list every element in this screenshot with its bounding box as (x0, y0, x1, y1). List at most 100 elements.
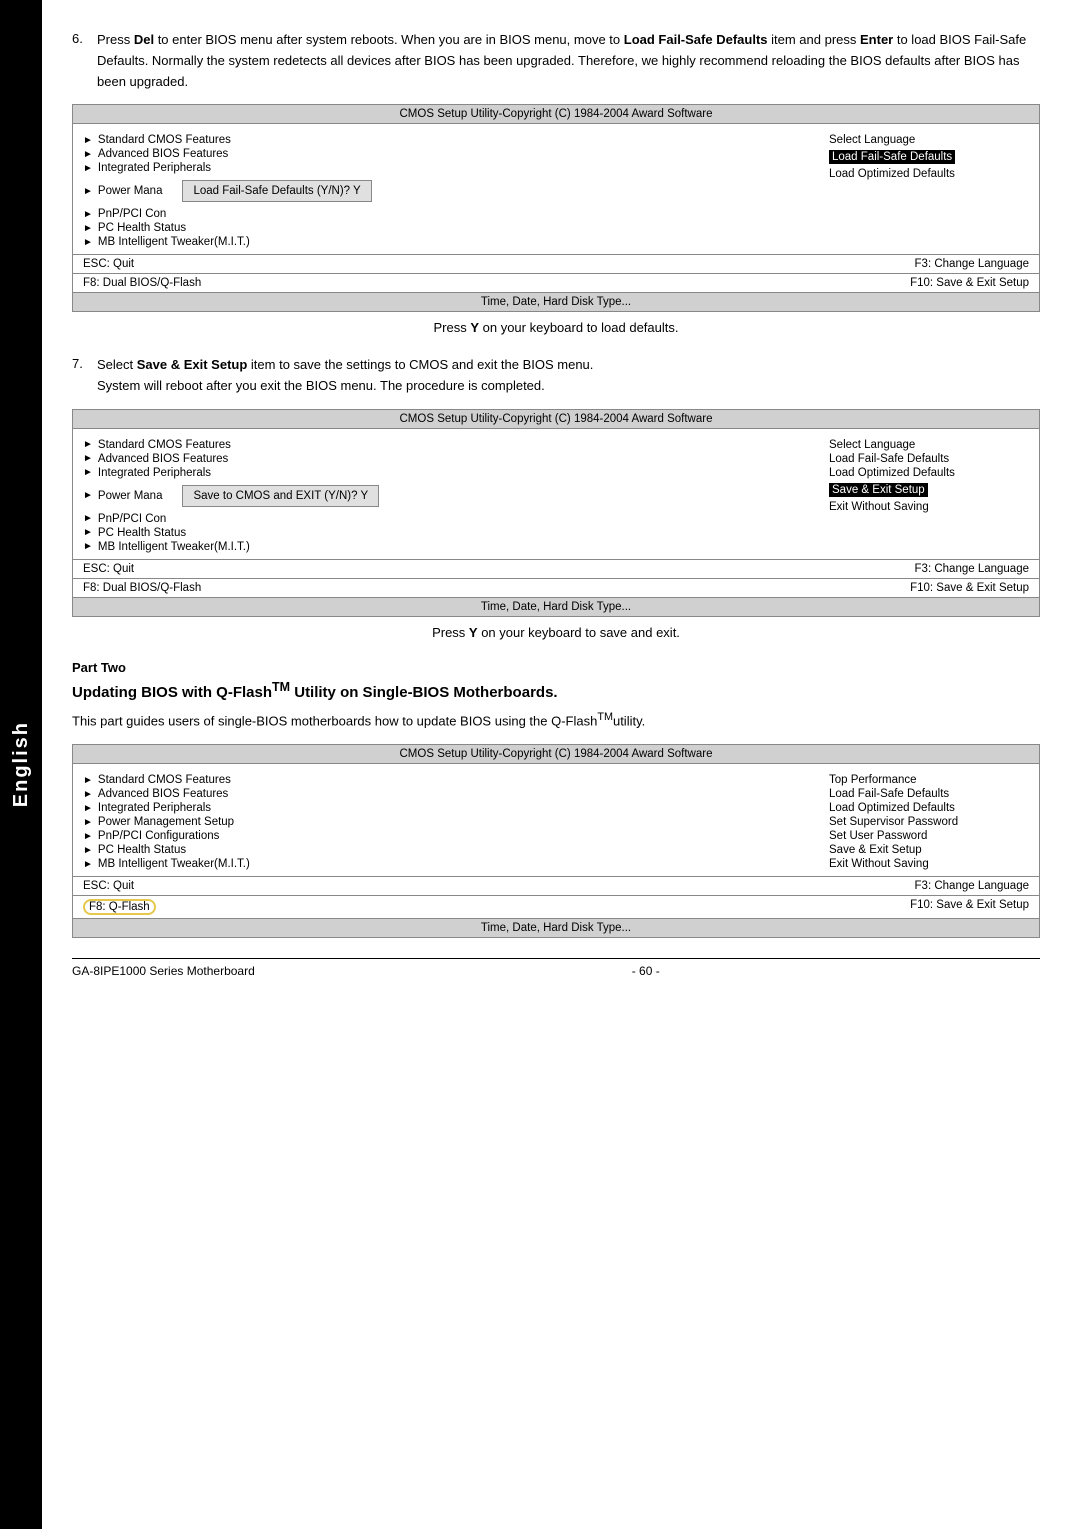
step6-text: Press Del to enter BIOS menu after syste… (97, 30, 1040, 92)
side-tab-label: English (10, 721, 33, 807)
bios-screenshot-2: CMOS Setup Utility-Copyright (C) 1984-20… (72, 409, 1040, 617)
bios1-item-6: ► PC Health Status (83, 222, 809, 234)
bios3-item-5: ► PnP/PCI Configurations (83, 830, 809, 842)
bios1-item-label-4: Power Mana (98, 185, 163, 197)
step6-number: 6. (72, 30, 97, 92)
bios1-item-label-2: Advanced BIOS Features (98, 148, 228, 160)
arrow-icon-7: ► (83, 237, 93, 248)
footer-left: GA-8IPE1000 Series Motherboard (72, 964, 255, 978)
arrow3-icon-6: ► (83, 845, 93, 856)
bios3-right-5: Set User Password (829, 830, 1029, 842)
page-footer: GA-8IPE1000 Series Motherboard - 60 - (72, 958, 1040, 978)
bios2-right-2: Load Fail-Safe Defaults (829, 453, 1029, 465)
step6-block: 6. Press Del to enter BIOS menu after sy… (72, 30, 1040, 335)
bios3-item-4: ► Power Management Setup (83, 816, 809, 828)
bios3-right-4: Set Supervisor Password (829, 816, 1029, 828)
bios1-item-5: ► PnP/PCI Con (83, 208, 809, 220)
bios1-item-label-5: PnP/PCI Con (98, 208, 166, 220)
bios3-f8: F8: Q-Flash (83, 899, 156, 915)
bios2-right-4: Save & Exit Setup (829, 483, 928, 497)
part-two-label: Part Two (72, 660, 126, 675)
section-title: Updating BIOS with Q-FlashTM Utility on … (72, 680, 1040, 701)
bios2-right-3: Load Optimized Defaults (829, 467, 1029, 479)
footer-right (1037, 964, 1040, 978)
bios2-item-4: ► Power Mana Save to CMOS and EXIT (Y/N)… (83, 481, 809, 511)
arrow3-icon-2: ► (83, 789, 93, 800)
bios1-item-label-1: Standard CMOS Features (98, 134, 231, 146)
arrow3-icon-3: ► (83, 803, 93, 814)
bios1-title: CMOS Setup Utility-Copyright (C) 1984-20… (73, 105, 1039, 124)
arrow-icon-2: ► (83, 149, 93, 160)
bios2-item-label-3: Integrated Peripherals (98, 467, 211, 479)
side-tab: English (0, 0, 42, 1529)
arrow2-icon-5: ► (83, 513, 93, 524)
bios3-bottom2: F8: Q-Flash F10: Save & Exit Setup (73, 895, 1039, 918)
bios1-item-1: ► Standard CMOS Features (83, 134, 809, 146)
bios2-right-1: Select Language (829, 439, 1029, 451)
bios1-f10: F10: Save & Exit Setup (910, 277, 1029, 289)
bios2-dialog: Save to CMOS and EXIT (Y/N)? Y (182, 485, 379, 507)
bios3-right-6: Save & Exit Setup (829, 844, 1029, 856)
bios1-item-4: ► Power Mana Load Fail-Safe Defaults (Y/… (83, 176, 809, 206)
bios1-body: ► Standard CMOS Features ► Advanced BIOS… (73, 124, 1039, 254)
bios3-item-7: ► MB Intelligent Tweaker(M.I.T.) (83, 858, 809, 870)
bios2-esc: ESC: Quit (83, 563, 134, 575)
bios3-left: ► Standard CMOS Features ► Advanced BIOS… (73, 772, 819, 872)
arrow-icon-1: ► (83, 135, 93, 146)
arrow3-icon-5: ► (83, 831, 93, 842)
step7-row: 7. Select Save & Exit Setup item to save… (72, 355, 1040, 397)
arrow2-icon-3: ► (83, 467, 93, 478)
bios2-right: Select Language Load Fail-Safe Defaults … (819, 437, 1039, 555)
bios3-right: Top Performance Load Fail-Safe Defaults … (819, 772, 1039, 872)
arrow-icon-4: ► (83, 186, 93, 197)
bios3-f10: F10: Save & Exit Setup (910, 899, 1029, 915)
footer-center: - 60 - (632, 964, 660, 978)
bios3-item-6: ► PC Health Status (83, 844, 809, 856)
bios2-item-2: ► Advanced BIOS Features (83, 453, 809, 465)
bios3-item-label-4: Power Management Setup (98, 816, 234, 828)
bios-screenshot-3: CMOS Setup Utility-Copyright (C) 1984-20… (72, 744, 1040, 938)
bios1-esc: ESC: Quit (83, 258, 134, 270)
arrow-icon-3: ► (83, 163, 93, 174)
bios1-f8: F8: Dual BIOS/Q-Flash (83, 277, 201, 289)
arrow2-icon-6: ► (83, 527, 93, 538)
bios3-right-1: Top Performance (829, 774, 1029, 786)
bios1-footer: Time, Date, Hard Disk Type... (73, 292, 1039, 311)
step7-number: 7. (72, 355, 97, 397)
bios1-right-1: Select Language (829, 134, 1029, 146)
arrow3-icon-4: ► (83, 817, 93, 828)
bios2-item-3: ► Integrated Peripherals (83, 467, 809, 479)
bios2-item-label-7: MB Intelligent Tweaker(M.I.T.) (98, 541, 250, 553)
bios1-item-label-7: MB Intelligent Tweaker(M.I.T.) (98, 236, 250, 248)
bios1-item-7: ► MB Intelligent Tweaker(M.I.T.) (83, 236, 809, 248)
arrow2-icon-7: ► (83, 541, 93, 552)
arrow2-icon-4: ► (83, 490, 93, 501)
bios2-item-1: ► Standard CMOS Features (83, 439, 809, 451)
bios2-left: ► Standard CMOS Features ► Advanced BIOS… (73, 437, 819, 555)
bios3-body: ► Standard CMOS Features ► Advanced BIOS… (73, 764, 1039, 876)
bios3-item-label-1: Standard CMOS Features (98, 774, 231, 786)
bios1-item-label-6: PC Health Status (98, 222, 186, 234)
bios1-f3: F3: Change Language (915, 258, 1029, 270)
caption1: Press Y on your keyboard to load default… (72, 320, 1040, 335)
part-two-heading: Part Two (72, 660, 1040, 675)
bios3-bottom: ESC: Quit F3: Change Language (73, 876, 1039, 895)
bios2-item-label-2: Advanced BIOS Features (98, 453, 228, 465)
bios3-item-1: ► Standard CMOS Features (83, 774, 809, 786)
bios2-item-label-6: PC Health Status (98, 527, 186, 539)
bios2-f10: F10: Save & Exit Setup (910, 582, 1029, 594)
bios2-body: ► Standard CMOS Features ► Advanced BIOS… (73, 429, 1039, 559)
bios3-title: CMOS Setup Utility-Copyright (C) 1984-20… (73, 745, 1039, 764)
bios3-item-2: ► Advanced BIOS Features (83, 788, 809, 800)
bios1-right-2: Load Fail-Safe Defaults (829, 150, 955, 164)
bios1-right-3: Load Optimized Defaults (829, 168, 1029, 180)
section-desc: This part guides users of single-BIOS mo… (72, 709, 1040, 732)
bios3-right-7: Exit Without Saving (829, 858, 1029, 870)
bios1-bottom2: F8: Dual BIOS/Q-Flash F10: Save & Exit S… (73, 273, 1039, 292)
bios2-item-label-5: PnP/PCI Con (98, 513, 166, 525)
bios-screenshot-1: CMOS Setup Utility-Copyright (C) 1984-20… (72, 104, 1040, 312)
step7-text: Select Save & Exit Setup item to save th… (97, 355, 593, 397)
bios2-f3: F3: Change Language (915, 563, 1029, 575)
bios3-item-label-5: PnP/PCI Configurations (98, 830, 219, 842)
bios1-item-2: ► Advanced BIOS Features (83, 148, 809, 160)
